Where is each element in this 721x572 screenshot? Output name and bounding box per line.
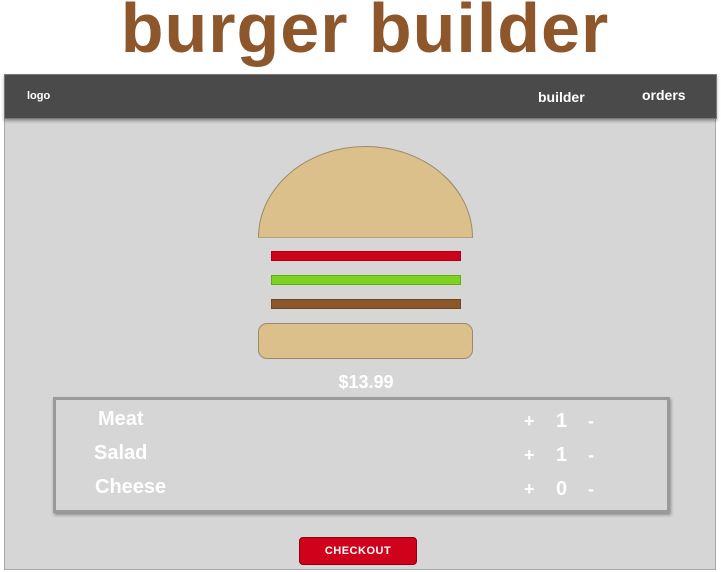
- add-cheese-button[interactable]: +: [524, 479, 535, 500]
- burger-layer-cheese: [271, 299, 461, 309]
- burger-price: $13.99: [338, 372, 394, 392]
- logo[interactable]: logo: [27, 90, 50, 102]
- ingredient-row-cheese: Cheese + 0 -: [56, 476, 667, 506]
- nav-link-builder[interactable]: builder: [538, 89, 585, 105]
- ingredient-label: Meat: [98, 408, 144, 430]
- ingredient-label: Cheese: [95, 476, 167, 498]
- burger-layer-meat: [271, 251, 461, 261]
- ingredient-controls: Meat + 1 - Salad + 1 - Cheese + 0 -: [53, 397, 670, 513]
- navbar: logo builder orders: [4, 74, 717, 119]
- salad-quantity: 1: [556, 444, 568, 466]
- remove-salad-button[interactable]: -: [588, 445, 594, 466]
- add-salad-button[interactable]: +: [524, 445, 535, 466]
- cheese-quantity: 0: [556, 478, 568, 500]
- meat-quantity: 1: [556, 410, 568, 432]
- remove-meat-button[interactable]: -: [588, 411, 594, 432]
- nav-link-orders[interactable]: orders: [642, 87, 686, 103]
- ingredient-row-salad: Salad + 1 -: [56, 442, 667, 472]
- add-meat-button[interactable]: +: [524, 411, 535, 432]
- app-title: burger builder: [120, 0, 610, 67]
- ingredient-label: Salad: [94, 442, 148, 464]
- burger-layer-salad: [271, 275, 461, 285]
- burger-bun-bottom: [258, 323, 473, 359]
- checkout-button[interactable]: CHECKOUT: [299, 537, 417, 565]
- page: burger builder logo builder orders $13.9…: [0, 0, 721, 572]
- remove-cheese-button[interactable]: -: [588, 479, 594, 500]
- ingredient-row-meat: Meat + 1 -: [56, 408, 667, 438]
